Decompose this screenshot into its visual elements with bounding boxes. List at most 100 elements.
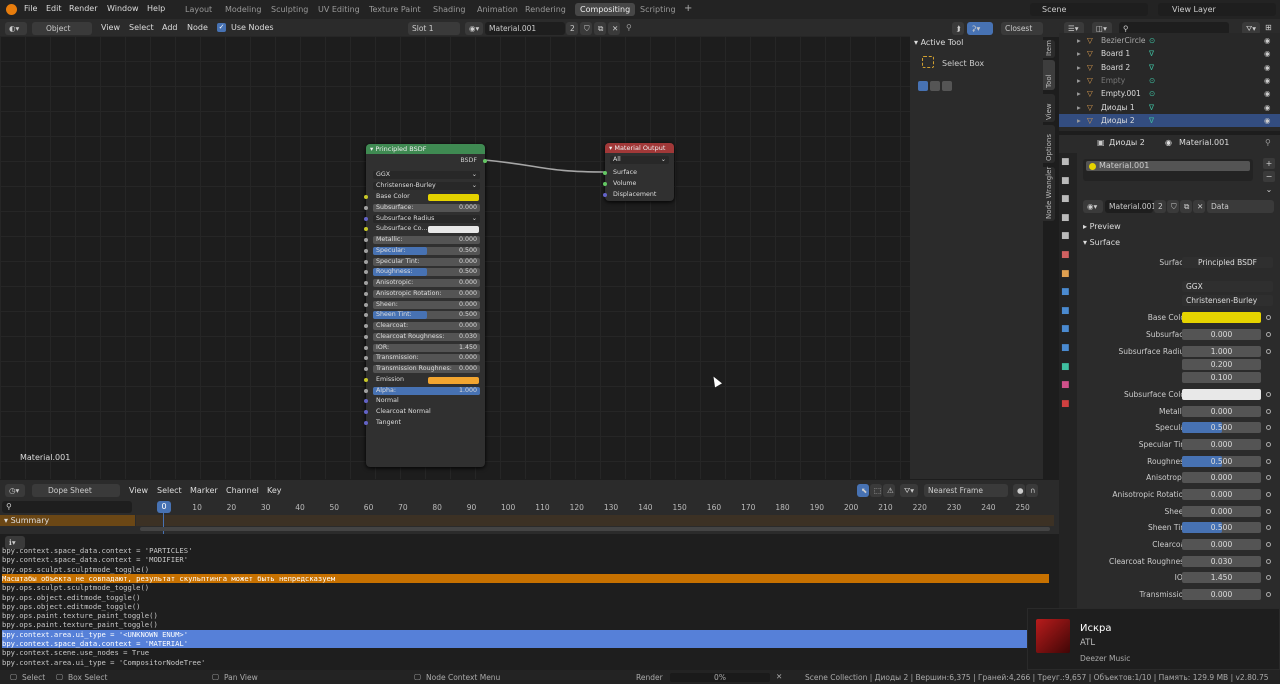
console-line[interactable]: bpy.ops.paint.texture_paint_toggle() (2, 611, 158, 620)
console-line[interactable]: Масштабы объекта не совпадают, результат… (2, 573, 1049, 583)
prop-field[interactable]: 0.500 (1182, 522, 1261, 533)
prop-field[interactable] (1182, 312, 1261, 323)
keyframe-dot-icon[interactable] (1266, 409, 1271, 414)
tab-rendering[interactable]: Rendering (520, 3, 571, 16)
pin-icon[interactable]: ⚲ (1265, 138, 1271, 147)
bsdf-output-socket[interactable] (483, 159, 487, 163)
particles-icon[interactable]: ■ (1061, 306, 1073, 318)
active-tool-header[interactable]: ▾ Active Tool (914, 38, 963, 47)
preview-panel-header[interactable]: ▸ Preview (1083, 222, 1121, 231)
tab-compositing[interactable]: Compositing (575, 3, 636, 16)
input-socket[interactable] (364, 420, 368, 425)
expand-arrow-icon[interactable]: ▸ (1077, 74, 1081, 87)
input-emission[interactable]: Emission (364, 376, 480, 384)
color-swatch[interactable] (428, 226, 479, 234)
input-socket[interactable] (364, 410, 368, 414)
keyframe-dot-icon[interactable] (1266, 492, 1271, 497)
menu-view[interactable]: View (129, 486, 148, 495)
snap-mode-select[interactable]: Nearest Frame (924, 484, 1008, 497)
unlink-icon[interactable]: ✕ (1193, 200, 1205, 213)
outliner-row[interactable]: ▸ ▽ Диоды 2 ∇ ◉ (1059, 113, 1280, 127)
tab-texture-paint[interactable]: Texture Paint (364, 3, 426, 16)
tab-view[interactable]: View (1043, 94, 1055, 122)
visibility-eye-icon[interactable]: ◉ (1264, 74, 1271, 87)
object-name[interactable]: Empty.001 (1101, 87, 1141, 100)
input-clearcoat-normal[interactable]: Clearcoat Normal (364, 408, 480, 416)
menu-file[interactable]: File (24, 4, 37, 13)
input-alpha[interactable]: Alpha: 1.000 (364, 386, 480, 395)
data-icon[interactable]: ∇ (1149, 101, 1154, 114)
console-line[interactable]: bpy.ops.paint.texture_paint_toggle() (2, 620, 158, 629)
console-line[interactable]: bpy.ops.sculpt.sculptmode_toggle() (2, 565, 149, 574)
prop-field[interactable]: 0.030 (1182, 556, 1261, 567)
select-box-icon[interactable] (922, 56, 934, 68)
surface-shader-select[interactable]: Principled BSDF (1182, 257, 1273, 268)
output-icon[interactable]: ■ (1061, 194, 1073, 206)
expand-arrow-icon[interactable]: ▸ (1077, 61, 1081, 74)
link-select[interactable]: Data (1207, 200, 1274, 213)
input-clearcoat[interactable]: Clearcoat: 0.000 (364, 322, 480, 330)
input-socket[interactable] (364, 238, 368, 242)
prop-field[interactable]: 0.000 (1182, 506, 1261, 517)
constraints-icon[interactable]: ■ (1061, 343, 1073, 355)
outliner-row[interactable]: ▸ ▽ Board 2 ∇ ◉ (1059, 61, 1280, 74)
input-socket[interactable] (364, 334, 368, 339)
tab-node-wrangler[interactable]: Node Wrangler (1043, 167, 1055, 221)
input-base-color[interactable]: Base Color (364, 193, 480, 201)
proportional-falloff-icon[interactable]: ∩ (1026, 484, 1038, 497)
tab-uv-editing[interactable]: UV Editing (313, 3, 365, 16)
keyframe-dot-icon[interactable] (1266, 315, 1271, 320)
object-name[interactable]: Empty (1101, 74, 1125, 87)
render-icon[interactable]: ■ (1061, 176, 1073, 188)
console-line[interactable]: bpy.context.space_data.context = 'MODIFI… (2, 555, 188, 564)
object-name[interactable]: BezierCircle (1101, 34, 1146, 47)
input-socket[interactable] (364, 195, 368, 199)
material-slot-list[interactable]: Material.001 (1083, 159, 1253, 181)
visibility-eye-icon[interactable]: ◉ (1264, 47, 1271, 60)
node-editor-canvas[interactable]: ▾ Principled BSDF BSDF GGX ⌄ Christensen-… (0, 36, 1043, 479)
tab-scripting[interactable]: Scripting (635, 3, 681, 16)
visibility-eye-icon[interactable]: ◉ (1264, 114, 1271, 127)
outliner-row[interactable]: ▸ ▽ Empty.001 ⊙ ◉ (1059, 87, 1280, 100)
fake-user-icon[interactable]: ⛉ (1167, 200, 1179, 213)
scene-icon[interactable]: ■ (1061, 231, 1073, 243)
menu-marker[interactable]: Marker (190, 486, 218, 495)
data-icon[interactable]: ⊙ (1149, 34, 1155, 47)
expand-arrow-icon[interactable]: ▸ (1077, 34, 1081, 47)
material-icon[interactable]: ■ (1061, 380, 1073, 392)
outliner-row[interactable]: ▸ ▽ Диоды 1 ∇ ◉ (1059, 101, 1280, 114)
prop-field[interactable]: 1.450 (1182, 572, 1261, 583)
input-transmission[interactable]: Transmission: 0.000 (364, 354, 480, 363)
object-name[interactable]: Диоды 1 (1101, 101, 1135, 114)
use-nodes-checkbox[interactable]: ✓ (217, 23, 226, 32)
dope-mode-select[interactable]: Dope Sheet (32, 484, 120, 497)
mode-extend-icon[interactable] (930, 81, 940, 91)
prop-field[interactable]: 0.500 (1182, 422, 1261, 433)
prop-field[interactable]: 0.000 (1182, 406, 1261, 417)
tab-sculpting[interactable]: Sculpting (266, 3, 313, 16)
console-line[interactable]: bpy.context.area.ui_type = 'CompositorNo… (2, 658, 205, 667)
input-socket[interactable] (364, 324, 368, 328)
keyframe-dot-icon[interactable] (1266, 349, 1271, 354)
material-datablock-field[interactable]: Material.001 (1105, 200, 1156, 213)
menu-window[interactable]: Window (107, 4, 139, 13)
color-swatch[interactable] (428, 194, 479, 201)
prop-field[interactable] (1182, 389, 1261, 400)
object-data-icon[interactable]: ■ (1061, 362, 1073, 374)
add-slot-button[interactable]: + (1263, 158, 1275, 169)
keyframe-dot-icon[interactable] (1266, 442, 1271, 447)
expand-arrow-icon[interactable]: ▸ (1077, 47, 1081, 60)
material-name-field[interactable]: Material.001 (485, 22, 565, 35)
dope-search-input[interactable]: ⚲ (2, 501, 132, 513)
input-socket[interactable] (364, 302, 368, 307)
distribution-select[interactable]: GGX (1182, 281, 1273, 292)
input-socket[interactable] (364, 367, 368, 371)
view-layer-field[interactable]: View Layer (1158, 3, 1276, 16)
menu-add[interactable]: Add (162, 23, 178, 32)
tab-tool[interactable]: Tool (1043, 60, 1055, 90)
data-icon[interactable]: ∇ (1149, 61, 1154, 74)
input-socket[interactable] (364, 313, 368, 318)
tool-icon[interactable]: ■ (1061, 157, 1073, 169)
object-name[interactable]: Board 1 (1101, 47, 1130, 60)
keyframe-dot-icon[interactable] (1266, 509, 1271, 514)
